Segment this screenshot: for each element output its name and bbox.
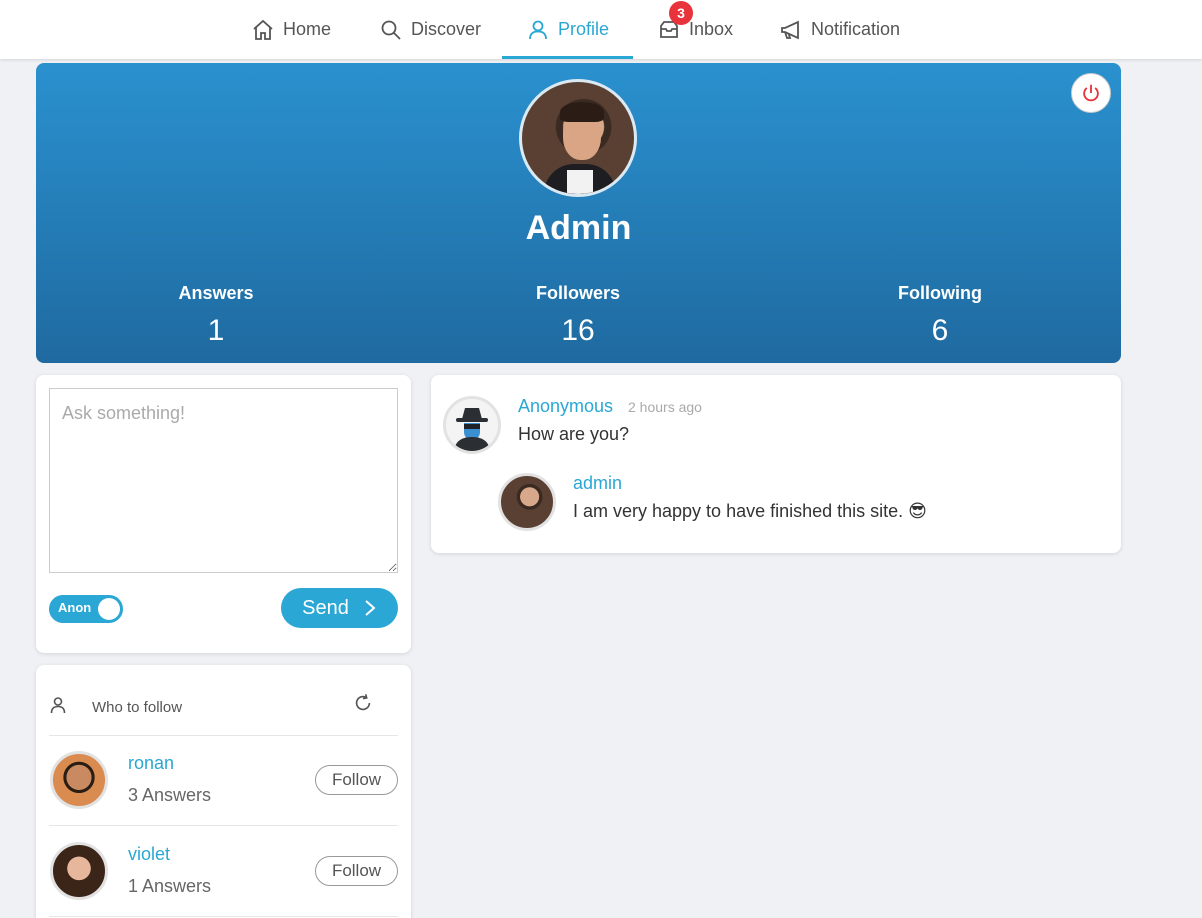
suggestion-answers-count: 3 Answers xyxy=(128,785,212,805)
anon-toggle-label: Anon xyxy=(58,600,92,615)
nav-discover-label: Discover xyxy=(411,19,482,39)
send-button[interactable]: Send xyxy=(281,588,398,628)
ask-input[interactable] xyxy=(49,388,398,573)
question-timestamp: 2 hours ago xyxy=(628,399,702,415)
stat-answers: Answers 1 xyxy=(116,283,316,348)
stat-followers-label: Followers xyxy=(535,283,620,303)
avatar[interactable] xyxy=(50,842,108,900)
stat-followers-value: 16 xyxy=(561,314,595,347)
follow-button[interactable]: Follow xyxy=(315,856,398,886)
nav-notification[interactable]: Notification xyxy=(779,0,900,59)
refresh-button[interactable] xyxy=(352,692,376,716)
home-icon xyxy=(253,19,273,40)
nav-home-label: Home xyxy=(283,19,332,39)
answer-avatar[interactable] xyxy=(498,473,556,531)
user-icon xyxy=(529,20,547,39)
suggestion-username[interactable]: violet xyxy=(128,844,170,865)
nav-profile[interactable]: Profile xyxy=(501,0,634,59)
question-author[interactable]: Anonymous xyxy=(518,396,613,417)
stat-followers[interactable]: Followers 16 xyxy=(478,283,678,348)
nav-notification-label: Notification xyxy=(811,19,901,39)
chevron-right-icon xyxy=(365,600,376,616)
nav-inbox-label: Inbox xyxy=(689,19,734,39)
nav-inbox[interactable]: Inbox 3 xyxy=(657,0,733,59)
suggestion-answers-count: 1 Answers xyxy=(128,876,212,896)
profile-avatar xyxy=(519,79,637,197)
profile-header: Admin Answers 1 Followers 16 Following 6 xyxy=(36,63,1121,363)
follow-suggestion-row: violet 1 Answers Follow xyxy=(49,826,398,917)
nav-discover[interactable]: Discover xyxy=(379,0,481,59)
stat-following[interactable]: Following 6 xyxy=(840,283,1040,348)
nav-home[interactable]: Home xyxy=(251,0,331,59)
question-text: How are you? xyxy=(518,424,630,444)
stat-answers-value: 1 xyxy=(207,314,225,347)
toggle-knob xyxy=(98,598,120,620)
answer-text: I am very happy to have finished this si… xyxy=(573,501,927,521)
answer-author[interactable]: admin xyxy=(573,473,622,494)
stat-answers-label: Answers xyxy=(178,283,254,303)
inbox-count-badge: 3 xyxy=(669,1,693,25)
search-icon xyxy=(381,20,401,40)
nav-profile-label: Profile xyxy=(558,19,610,39)
logout-button[interactable] xyxy=(1071,73,1111,113)
send-button-label: Send xyxy=(302,596,349,619)
megaphone-icon xyxy=(781,20,799,39)
top-navbar: Home Discover Profile Inbox 3 Notificati… xyxy=(0,0,1202,59)
profile-name: Admin xyxy=(525,209,632,247)
avatar[interactable] xyxy=(50,751,108,809)
follow-button[interactable]: Follow xyxy=(315,765,398,795)
anonymous-avatar xyxy=(443,396,501,454)
user-icon xyxy=(49,696,67,714)
stat-following-label: Following xyxy=(898,283,982,303)
who-to-follow-header: Who to follow xyxy=(49,692,398,736)
stat-following-value: 6 xyxy=(931,314,949,347)
ask-card: Anon Send xyxy=(36,375,411,653)
refresh-icon xyxy=(355,694,371,711)
power-icon xyxy=(1083,84,1099,102)
follow-suggestion-row: ronan 3 Answers Follow xyxy=(49,735,398,826)
who-to-follow-title: Who to follow xyxy=(92,699,183,716)
anon-toggle[interactable]: Anon xyxy=(49,595,123,623)
question-card: Anonymous 2 hours ago How are you? admin… xyxy=(431,375,1121,553)
spy-icon xyxy=(454,408,490,451)
who-to-follow-card: Who to follow ronan 3 Answers Follow vio… xyxy=(36,665,411,918)
suggestion-username[interactable]: ronan xyxy=(128,753,174,774)
